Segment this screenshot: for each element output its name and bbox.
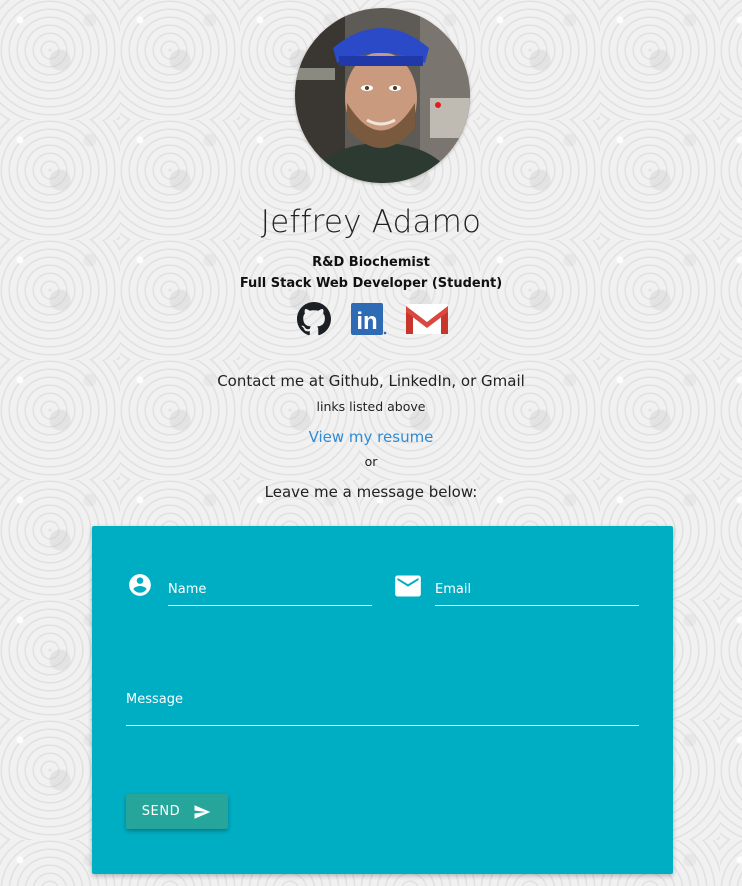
send-icon: [194, 804, 211, 819]
send-button-label: SEND: [141, 804, 181, 819]
message-field-container: [126, 692, 639, 726]
email-input[interactable]: [435, 574, 639, 605]
profile-title-biochemist: R&D Biochemist: [312, 255, 430, 270]
profile-name: Jeffrey Adamo: [260, 204, 482, 240]
github-link[interactable]: [297, 302, 331, 340]
leave-message-text: Leave me a message below:: [264, 483, 478, 501]
or-text: or: [364, 454, 378, 469]
gmail-icon: [406, 304, 448, 334]
links-listed-text: links listed above: [316, 399, 426, 414]
linkedin-link[interactable]: in: [349, 302, 387, 340]
account-circle-icon: [127, 572, 153, 602]
profile-photo: [295, 8, 470, 183]
linkedin-icon-text: in: [356, 308, 377, 335]
gmail-link[interactable]: [405, 302, 449, 340]
profile-title-developer: Full Stack Web Developer (Student): [239, 276, 503, 291]
contact-text: Contact me at Github, LinkedIn, or Gmail: [217, 372, 525, 390]
contact-form: SEND: [92, 526, 673, 874]
name-field-container: [168, 574, 372, 606]
page: Jeffrey Adamo R&D Biochemist Full Stack …: [0, 0, 742, 886]
profile-photo-image: [295, 8, 470, 183]
send-button[interactable]: SEND: [126, 794, 228, 829]
email-field-container: [435, 574, 639, 606]
github-icon: [297, 302, 331, 336]
message-input[interactable]: [126, 692, 639, 725]
name-input[interactable]: [168, 574, 372, 605]
email-icon: [394, 574, 422, 602]
view-resume-link[interactable]: View my resume: [0, 428, 742, 446]
linkedin-icon: in: [351, 303, 387, 335]
social-links: in: [0, 302, 742, 340]
